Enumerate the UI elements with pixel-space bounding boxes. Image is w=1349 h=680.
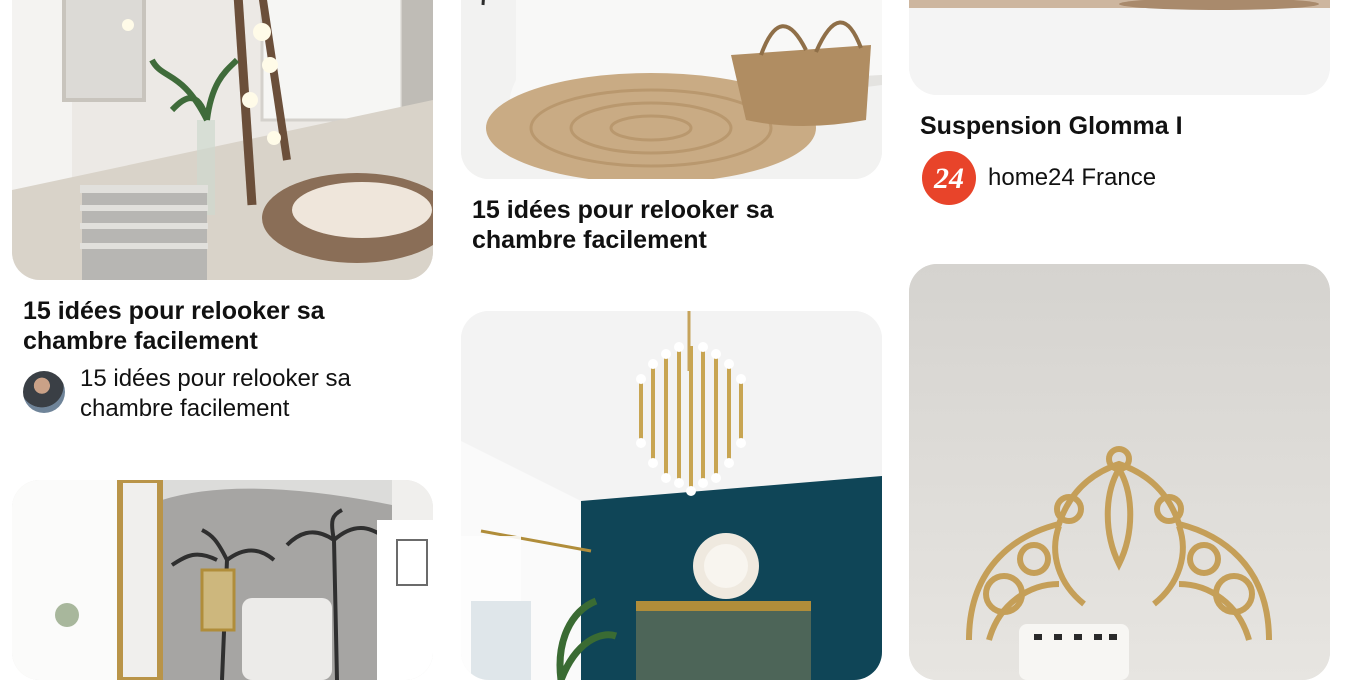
wood-floor-image [909, 0, 1330, 95]
pin-image[interactable] [12, 480, 433, 680]
source-name: 15 idées pour relooker sa chambre facile… [80, 365, 351, 422]
pin-image[interactable] [12, 0, 433, 280]
home24-badge-text: 24 [933, 162, 964, 195]
avatar [23, 371, 65, 413]
pin-source[interactable]: 15 idées pour relooker sa chambre facile… [23, 364, 380, 424]
rattan-headboard-image [909, 264, 1330, 680]
pin-title[interactable]: 15 idées pour relooker sa chambre facile… [472, 195, 802, 255]
palm-wallpaper-bedroom-image [12, 480, 433, 680]
pin-image[interactable] [461, 311, 882, 680]
bed-rug-image [461, 0, 882, 179]
bedroom-corner-image [12, 0, 433, 280]
pin-image[interactable] [461, 0, 882, 179]
pin-image[interactable] [909, 264, 1330, 680]
home24-logo-icon: 24 [922, 151, 976, 205]
source-name: home24 France [988, 164, 1157, 191]
pin-title[interactable]: Suspension Glomma I [920, 111, 1300, 141]
pin-image[interactable] [909, 0, 1330, 95]
pin-source[interactable]: 24 home24 France [922, 151, 1156, 205]
teal-wall-bedroom-image [461, 311, 882, 680]
pin-title[interactable]: 15 idées pour relooker sa chambre facile… [23, 296, 353, 356]
